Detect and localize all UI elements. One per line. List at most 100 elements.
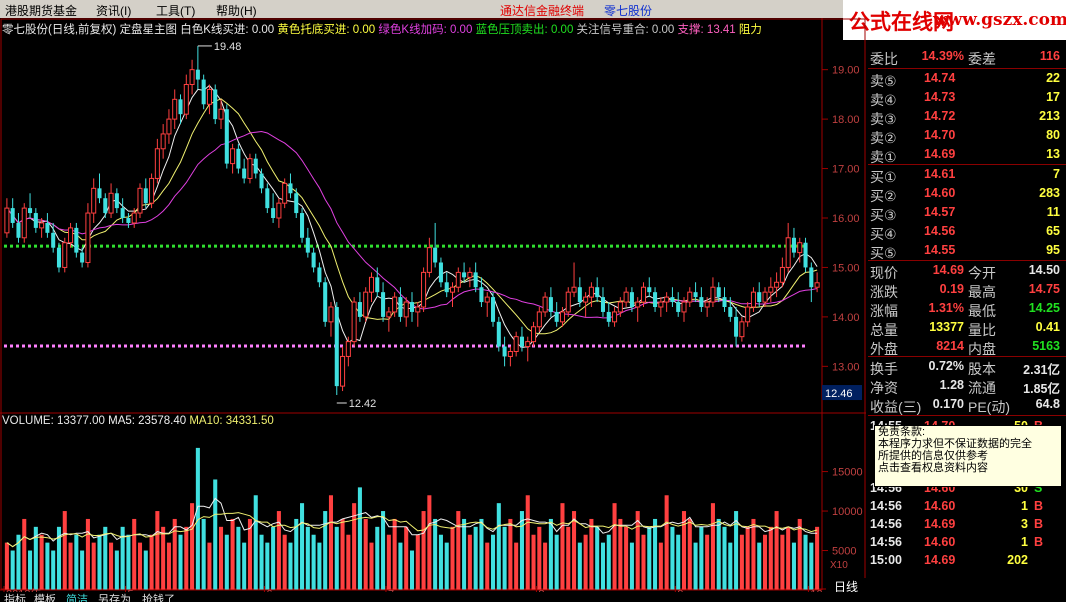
tab-indicator[interactable]: 指标: [4, 592, 26, 602]
volume-bar: [786, 526, 791, 590]
candle-body: [51, 232, 56, 248]
candle-body: [577, 287, 582, 303]
volume-bar: [473, 526, 478, 590]
tab-save-as[interactable]: 另存为: [98, 592, 131, 602]
disclaimer-tooltip[interactable]: 免责条款: 本程序力求但不保证数据的完全 所提供的信息仅供参考 点击查看权息资料…: [874, 425, 1062, 487]
candle-body: [496, 321, 501, 347]
volume-bar: [4, 542, 9, 590]
quote-value: 5163: [1032, 339, 1060, 353]
candle-body: [571, 286, 577, 293]
volume-bar: [728, 542, 733, 590]
tab-simple[interactable]: 简洁: [66, 592, 88, 602]
volume-bar: [398, 542, 403, 590]
volume-bar: [305, 526, 310, 590]
volume-bar: [745, 526, 750, 590]
price-tick-label: 13.00: [832, 361, 860, 373]
price-tick-label: 15.00: [832, 262, 860, 274]
volume-bar: [253, 495, 258, 590]
volume-bar: [80, 550, 85, 590]
candle-body: [554, 311, 559, 322]
volume-bar: [710, 503, 715, 590]
volume-bar: [705, 534, 710, 590]
tooltip-line-1: 本程序力求但不保证数据的完全: [878, 438, 1032, 450]
ask-price: 14.69: [924, 147, 956, 161]
menu-hk-futures[interactable]: 港股期货基金: [5, 2, 77, 19]
candle-body: [635, 301, 641, 308]
chart-formula-name: 定盘星主图: [119, 24, 178, 36]
kline-chart[interactable]: 13.00 14.00 15.00 16.00 17.00 18.00 19.00 12.46…: [0, 18, 866, 592]
ask-row: 卖⑤ 14.74 22: [868, 70, 1066, 89]
finance-row: 收益(三) 0.170 PE(动) 64.8: [868, 396, 1066, 415]
candle-body: [381, 292, 386, 317]
quote-label: 今开: [968, 265, 996, 281]
ask-volume: 17: [1046, 90, 1060, 104]
bid-label: 买④: [870, 226, 897, 242]
volume-bar: [693, 542, 698, 590]
period-tab-daily[interactable]: 日线: [826, 578, 866, 594]
volume-bar: [149, 534, 154, 590]
tick-side: B: [1034, 517, 1044, 531]
weibi-value: 14.39%: [921, 49, 964, 63]
volume-bar: [664, 495, 669, 590]
volume-bar: [328, 495, 334, 590]
candle-body: [178, 99, 183, 115]
candle-body: [230, 148, 236, 165]
tick-side: B: [1034, 499, 1044, 513]
candle-body: [28, 208, 33, 214]
indicator-title-bar: 零七股份(日线,前复权) 定盘星主图 白色K线买进: 0.00 黄色托底买进: …: [2, 21, 827, 37]
ask-row: 卖② 14.70 80: [868, 127, 1066, 146]
volume-bar: [109, 542, 114, 590]
ask-volume: 80: [1046, 128, 1060, 142]
candle-body: [814, 282, 820, 288]
menu-news[interactable]: 资讯(I): [96, 2, 131, 19]
candle-body: [548, 297, 553, 312]
candle-body: [768, 286, 774, 293]
logo-url: www.gszx.com.cn: [933, 10, 1066, 30]
candle-body: [91, 187, 97, 214]
menu-help[interactable]: 帮助(H): [216, 2, 257, 19]
volume-bar: [722, 526, 727, 590]
candle-body: [525, 341, 531, 348]
volume-title-bar: VOLUME: 13377.00 MA5: 23578.40 MA10: 343…: [2, 415, 274, 427]
tab-custom[interactable]: 抢钱了: [142, 592, 175, 602]
tick-price: 14.60: [924, 535, 956, 549]
volume-bar: [658, 542, 663, 590]
volume-bar: [51, 550, 56, 590]
candle-body: [143, 188, 148, 204]
candle-body: [403, 301, 409, 318]
volume-bar: [444, 542, 449, 590]
candle-body: [716, 287, 721, 298]
tick-time: 15:00: [870, 553, 902, 567]
volume-bar: [809, 542, 814, 590]
candle-body: [375, 277, 380, 293]
volume-bar: [485, 542, 490, 590]
candle-body: [750, 291, 756, 308]
quote-value: 1.31%: [928, 301, 964, 315]
volume-bar: [577, 542, 582, 590]
volume-bar: [357, 487, 362, 590]
tab-template[interactable]: 模板: [34, 592, 56, 602]
candle-body: [757, 292, 762, 303]
volume-bar: [381, 511, 386, 590]
volume-bar: [635, 511, 640, 590]
candle-body: [189, 69, 195, 86]
volume-bar: [265, 542, 270, 590]
volume-bar: [10, 550, 15, 590]
bid-price: 14.57: [924, 205, 956, 219]
candle-body: [247, 158, 253, 179]
candle-body: [276, 202, 282, 219]
volume-ma5: MA5: 23578.40: [108, 415, 187, 427]
volume-bar: [363, 518, 368, 590]
volume-bar: [300, 503, 305, 590]
candle-body: [809, 267, 814, 288]
price-tick-label: 16.00: [832, 213, 860, 225]
candle-body: [409, 302, 415, 312]
menu-tools[interactable]: 工具(T): [156, 2, 195, 19]
candle-body: [213, 89, 218, 120]
candle-body: [606, 311, 611, 322]
candle-body: [704, 301, 710, 308]
candle-body: [80, 252, 85, 263]
bid-volume: 65: [1046, 224, 1060, 238]
candle-body: [154, 148, 160, 179]
candle-body: [762, 291, 768, 303]
